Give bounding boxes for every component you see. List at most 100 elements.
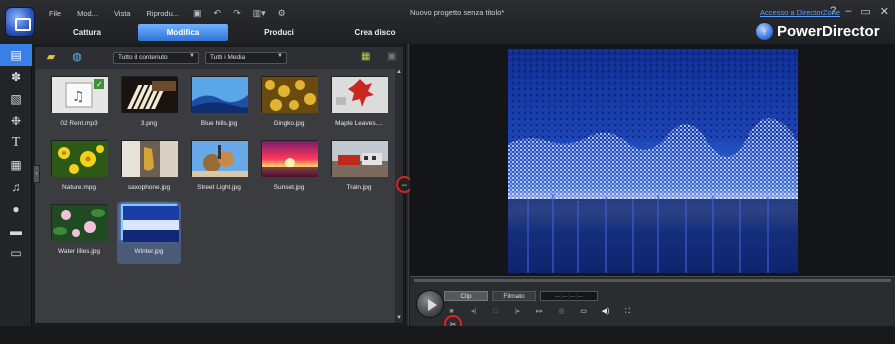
media-label: Winter.jpg [134, 248, 164, 255]
prev-frame-icon[interactable]: ◂| [466, 306, 481, 318]
particle-icon[interactable]: ❉ [0, 110, 32, 132]
seek-slider[interactable] [414, 279, 891, 282]
help-button[interactable]: ? [830, 5, 836, 18]
media-library: ▰ ◍ Tutto il contenuto ▼ Tutti i Media ▼… [34, 46, 404, 324]
brand-name: PowerDirector [777, 23, 880, 40]
media-filter-value: Tutti i Media [210, 54, 246, 61]
transport-controls: ■ ◂| □ |▸ ▸▸ ◎ ▭ ◀) ⛶ [444, 306, 635, 318]
media-label: Sunset.jpg [273, 184, 305, 191]
title-bar: File Mod... Vista Riprodu... ▣ ↶ ↷ ▥▾ ⚙ … [0, 0, 895, 44]
media-item[interactable]: Water lilies.jpg [47, 202, 111, 264]
maximize-button[interactable]: ▭ [860, 5, 870, 18]
menu-edit[interactable]: Mod... [72, 9, 103, 18]
media-item[interactable]: Street Light.jpg [187, 138, 251, 200]
media-label: Maple Leaves.... [335, 120, 383, 127]
media-label: Street Light.jpg [197, 184, 241, 191]
media-item[interactable]: Winter.jpg [117, 202, 181, 264]
svg-text:♫: ♫ [72, 89, 85, 105]
media-item[interactable]: Maple Leaves.... [327, 74, 391, 136]
timecode-display[interactable]: --:--:--:-- [540, 291, 598, 301]
chapter-icon[interactable]: ▬ [0, 220, 32, 242]
media-item[interactable]: Blue hills.jpg [187, 74, 251, 136]
menu-bar: File Mod... Vista Riprodu... ▣ ↶ ↷ ▥▾ ⚙ [44, 6, 289, 20]
play-button[interactable] [416, 290, 444, 318]
media-item[interactable]: Gingko.jpg [257, 74, 321, 136]
volume-icon[interactable]: ◀) [598, 306, 613, 318]
preview-image [508, 49, 798, 273]
minimize-button[interactable]: – [845, 5, 851, 18]
media-thumbnail [121, 140, 178, 177]
menu-file[interactable]: File [44, 9, 66, 18]
transition-icon[interactable]: ▦ [0, 154, 32, 176]
window-controls: ? – ▭ ✕ [830, 5, 889, 18]
media-room-icon[interactable]: ▤ [0, 44, 32, 66]
settings-icon[interactable]: ⚙ [275, 8, 289, 19]
lock-icon[interactable]: ▣ [387, 51, 396, 62]
display-icon[interactable]: ▭ [576, 306, 591, 318]
voice-over-icon[interactable]: ● [0, 198, 32, 220]
import-folder-icon[interactable]: ▰ [43, 51, 59, 64]
app-logo-icon[interactable] [5, 7, 35, 37]
save-icon[interactable]: ▣ [190, 8, 205, 19]
media-thumbnail [191, 76, 249, 113]
title-icon[interactable]: T [0, 132, 32, 154]
preview-window [410, 44, 895, 276]
subtitle-icon[interactable]: ▭ [0, 242, 32, 264]
directorzone-link[interactable]: Accesso a DirectorZone [760, 8, 840, 17]
media-item[interactable]: ♫ ✓ 02 Rent.mp3 [47, 74, 111, 136]
chevron-down-icon: ▼ [189, 53, 195, 59]
scroll-up-icon[interactable]: ▲ [395, 69, 403, 77]
library-toolbar: ▰ ◍ Tutto il contenuto ▼ Tutti i Media ▼… [35, 47, 403, 69]
seek-bar [410, 276, 895, 284]
media-item[interactable]: 3.png [117, 74, 181, 136]
tab-produce[interactable]: Produci [234, 24, 324, 41]
media-item[interactable]: Sunset.jpg [257, 138, 321, 200]
media-thumbnail: ♫ ✓ [51, 76, 108, 113]
download-globe-icon[interactable]: ◍ [69, 51, 85, 64]
snapshot-icon[interactable]: ◎ [554, 306, 569, 318]
fast-forward-icon[interactable]: |▸ [510, 306, 525, 318]
content-filter-value: Tutto il contenuto [118, 54, 168, 61]
end-icon[interactable]: ▸▸ [532, 306, 547, 318]
tab-edit[interactable]: Modifica [138, 24, 228, 41]
scroll-down-icon[interactable]: ▼ [395, 315, 403, 323]
media-thumbnail [121, 204, 179, 242]
layout-icon[interactable]: ▥▾ [250, 8, 269, 19]
media-label: Gingko.jpg [273, 120, 305, 127]
media-label: Train.jpg [346, 184, 372, 191]
winter-preview-image [508, 49, 798, 273]
library-scrollbar[interactable]: ▲ ▼ [395, 69, 403, 323]
redo-icon[interactable]: ↷ [230, 8, 244, 19]
media-thumbnail [331, 140, 388, 177]
svg-text:✓: ✓ [96, 80, 103, 89]
media-label: 02 Rent.mp3 [60, 120, 98, 127]
powerdirector-logo-icon: ↑ [756, 23, 773, 40]
effects-icon[interactable]: ✽ [0, 66, 32, 88]
fullscreen-icon[interactable]: ⛶ [620, 306, 635, 318]
media-thumbnail [331, 76, 388, 113]
media-label: Nature.mpg [62, 184, 96, 191]
timeline-edge [0, 326, 895, 344]
menu-playback[interactable]: Riprodu... [141, 9, 184, 18]
grid-view-icon[interactable]: ▦ [361, 51, 370, 62]
tab-capture[interactable]: Cattura [42, 24, 132, 41]
media-item[interactable]: saxophone.jpg [117, 138, 181, 200]
menu-view[interactable]: Vista [109, 9, 136, 18]
media-item[interactable]: Nature.mpg [47, 138, 111, 200]
audio-mixing-icon[interactable]: ♫ [0, 176, 32, 198]
panel-splitter[interactable] [405, 44, 409, 344]
tab-create-disc[interactable]: Crea disco [330, 24, 420, 41]
next-icon[interactable]: □ [488, 306, 503, 318]
expand-panel-handle[interactable]: › [33, 165, 40, 183]
media-item[interactable]: Train.jpg [327, 138, 391, 200]
movie-mode-button[interactable]: Filmato [492, 291, 536, 301]
close-button[interactable]: ✕ [880, 5, 889, 18]
media-thumbnail [51, 140, 108, 177]
media-filter-dropdown[interactable]: Tutti i Media ▼ [205, 52, 287, 64]
pip-icon[interactable]: ▧ [0, 88, 32, 110]
project-title: Nuovo progetto senza titolo* [410, 8, 505, 17]
chevron-down-icon: ▼ [277, 53, 283, 59]
undo-icon[interactable]: ↶ [211, 8, 225, 19]
clip-mode-button[interactable]: Clip [444, 291, 488, 301]
content-filter-dropdown[interactable]: Tutto il contenuto ▼ [113, 52, 199, 64]
